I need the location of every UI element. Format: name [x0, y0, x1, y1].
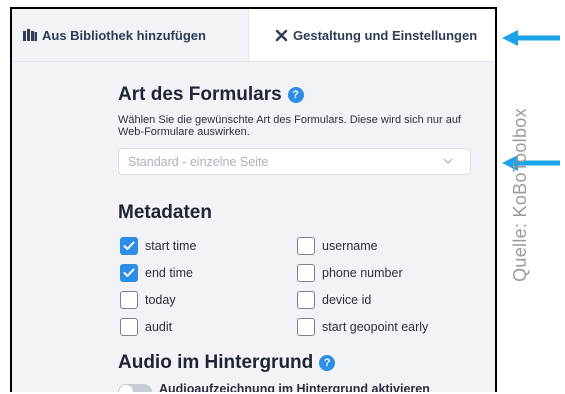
checkbox-checked[interactable]: [120, 237, 138, 255]
form-type-heading: Art des Formulars ?: [118, 84, 304, 106]
toggle-knob: [119, 385, 133, 392]
form-type-description: Wählen Sie die gewünschte Art des Formul…: [118, 114, 461, 138]
metadata-option-label: end time: [145, 266, 193, 280]
checkbox-unchecked[interactable]: [297, 318, 315, 336]
metadata-option-label: start geopoint early: [322, 320, 429, 334]
side-gutter: [12, 62, 88, 392]
chevron-down-icon: [442, 155, 454, 170]
background-audio-toggle[interactable]: [118, 384, 152, 392]
form-type-select[interactable]: Standard - einzelne Seite: [118, 148, 471, 175]
metadata-option[interactable]: audit: [120, 318, 172, 336]
metadata-option-label: start time: [145, 239, 197, 253]
checkbox-unchecked[interactable]: [297, 291, 315, 309]
metadata-option[interactable]: device id: [297, 291, 371, 309]
metadata-title: Metadaten: [118, 202, 212, 223]
metadata-option-label: device id: [322, 293, 372, 307]
metadata-option-label: audit: [145, 320, 173, 334]
app-frame: Aus Bibliothek hinzufügen Gestaltung und…: [10, 7, 497, 392]
checkbox-unchecked[interactable]: [120, 318, 138, 336]
metadata-option[interactable]: today: [120, 291, 176, 309]
settings-panel: Art des Formulars ? Wählen Sie die gewün…: [88, 62, 495, 392]
checkbox-unchecked[interactable]: [297, 264, 315, 282]
background-audio-toggle-label: Audioaufzeichnung im Hintergrund aktivie…: [159, 382, 430, 392]
metadata-option[interactable]: start geopoint early: [297, 318, 428, 336]
tab-design-and-settings[interactable]: Gestaltung und Einstellungen: [248, 9, 495, 61]
tab-add-from-library-label: Aus Bibliothek hinzufügen: [42, 27, 206, 43]
arrow-pointer-tabs: [502, 30, 560, 46]
checkbox-unchecked[interactable]: [120, 291, 138, 309]
background-audio-title: Audio im Hintergrund: [118, 352, 314, 373]
metadata-option[interactable]: end time: [120, 264, 193, 282]
metadata-heading: Metadaten: [118, 202, 212, 224]
metadata-option-label: username: [322, 239, 378, 253]
help-icon[interactable]: ?: [287, 87, 304, 103]
form-type-select-value: Standard - einzelne Seite: [128, 154, 269, 169]
library-icon: [23, 29, 37, 41]
tab-design-and-settings-label: Gestaltung und Einstellungen: [293, 27, 478, 43]
metadata-option-label: today: [145, 293, 176, 307]
help-icon[interactable]: ?: [319, 355, 336, 371]
tab-add-from-library[interactable]: Aus Bibliothek hinzufügen: [12, 9, 248, 61]
metadata-option[interactable]: username: [297, 237, 378, 255]
checkbox-checked[interactable]: [120, 264, 138, 282]
background-audio-heading: Audio im Hintergrund ?: [118, 352, 336, 374]
checkbox-unchecked[interactable]: [297, 237, 315, 255]
metadata-option-label: phone number: [322, 266, 403, 280]
close-x-icon: [275, 29, 288, 42]
metadata-option[interactable]: start time: [120, 237, 196, 255]
tab-bar: Aus Bibliothek hinzufügen Gestaltung und…: [12, 9, 495, 62]
source-credit: Quelle: KoBoToolbox: [510, 108, 530, 282]
metadata-option[interactable]: phone number: [297, 264, 403, 282]
form-type-title: Art des Formulars: [118, 84, 282, 105]
